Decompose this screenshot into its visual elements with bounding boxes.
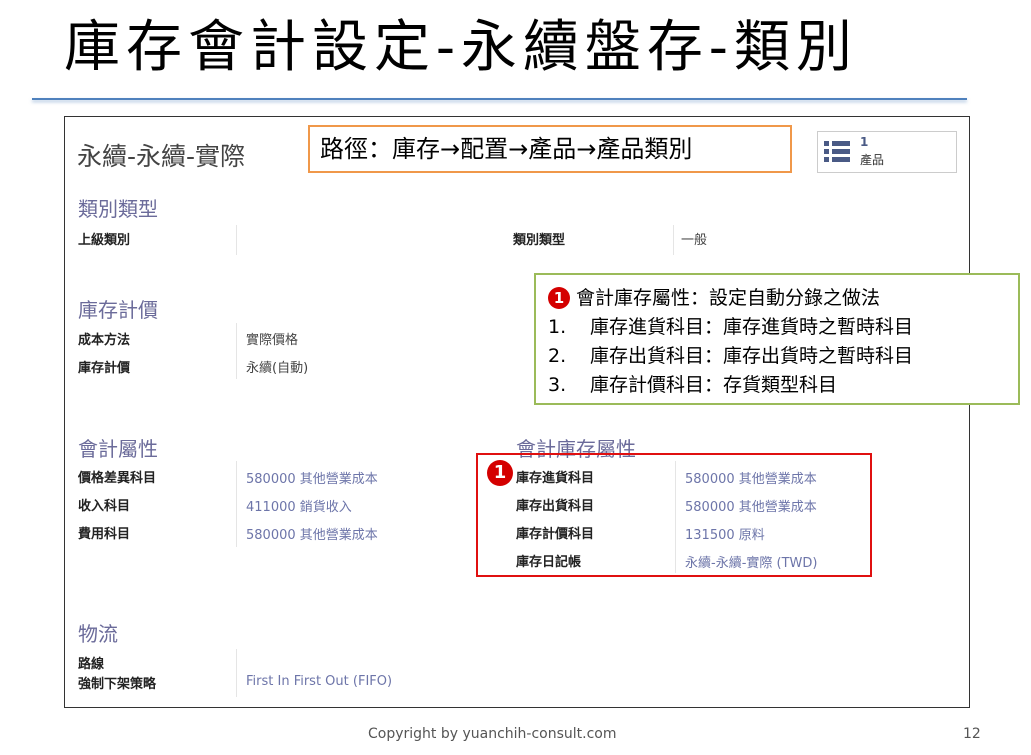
section-category-type: 類別類型	[78, 197, 158, 221]
category-type-label: 類別類型	[513, 233, 566, 248]
page-number: 12	[963, 726, 981, 742]
title-divider	[32, 98, 967, 100]
stock-properties-highlight	[476, 453, 872, 577]
section-logistics: 物流	[78, 622, 118, 646]
price-difference-account-link[interactable]: 580000 其他營業成本	[246, 468, 378, 487]
parent-category-field[interactable]	[246, 229, 496, 245]
expense-account-link[interactable]: 580000 其他營業成本	[246, 524, 378, 543]
section-account-properties: 會計屬性	[78, 437, 158, 461]
annotation-item: 2. 庫存出貨科目：庫存出貨時之暫時科目	[548, 345, 914, 367]
annotation-marker-1: 1	[487, 460, 513, 486]
category-type-field[interactable]: 一般	[681, 229, 707, 248]
removal-strategy-link[interactable]: First In First Out (FIFO)	[246, 674, 392, 689]
record-name: 永續-永續-實際	[77, 142, 246, 171]
cost-method-field[interactable]: 實際價格	[246, 329, 298, 348]
slide-title: 庫存會計設定-永續盤存-類別	[64, 15, 858, 80]
parent-category-label: 上級類別	[78, 233, 131, 248]
inventory-valuation-field[interactable]: 永續(自動)	[246, 357, 308, 376]
field-divider	[236, 323, 237, 379]
field-divider	[673, 225, 674, 255]
removal-strategy-label: 強制下架策略	[78, 677, 157, 692]
field-divider	[236, 461, 237, 547]
product-count-label: 產品	[860, 153, 885, 167]
cost-method-label: 成本方法	[78, 333, 131, 348]
copyright-footer: Copyright by yuanchih-consult.com	[368, 726, 617, 742]
price-difference-account-label: 價格差異科目	[78, 471, 157, 486]
annotation-note: 1 會計庫存屬性：設定自動分錄之做法 1. 庫存進貨科目：庫存進貨時之暫時科目 2.…	[534, 273, 1020, 405]
field-divider	[236, 225, 237, 255]
income-account-label: 收入科目	[78, 499, 131, 514]
menu-path-callout: 路徑：庫存→配置→產品→產品類別	[308, 125, 792, 173]
annotation-item: 3. 庫存計價科目：存貨類型科目	[548, 374, 838, 396]
form-screenshot: 永續-永續-實際 路徑：庫存→配置→產品→產品類別 1 產品 類別類型 上級類別…	[64, 116, 1020, 708]
income-account-link[interactable]: 411000 銷貨收入	[246, 496, 352, 515]
products-stat-button[interactable]: 1 產品	[817, 131, 957, 173]
annotation-item: 1. 庫存進貨科目：庫存進貨時之暫時科目	[548, 316, 914, 338]
product-count: 1	[860, 135, 869, 149]
inventory-valuation-label: 庫存計價	[78, 361, 131, 376]
annotation-badge: 1	[548, 287, 570, 309]
list-icon	[824, 141, 850, 163]
expense-account-label: 費用科目	[78, 527, 131, 542]
section-inventory-valuation: 庫存計價	[78, 298, 158, 322]
field-divider	[236, 649, 237, 697]
annotation-heading: 1 會計庫存屬性：設定自動分錄之做法	[548, 283, 880, 310]
routes-label: 路線	[78, 657, 105, 672]
